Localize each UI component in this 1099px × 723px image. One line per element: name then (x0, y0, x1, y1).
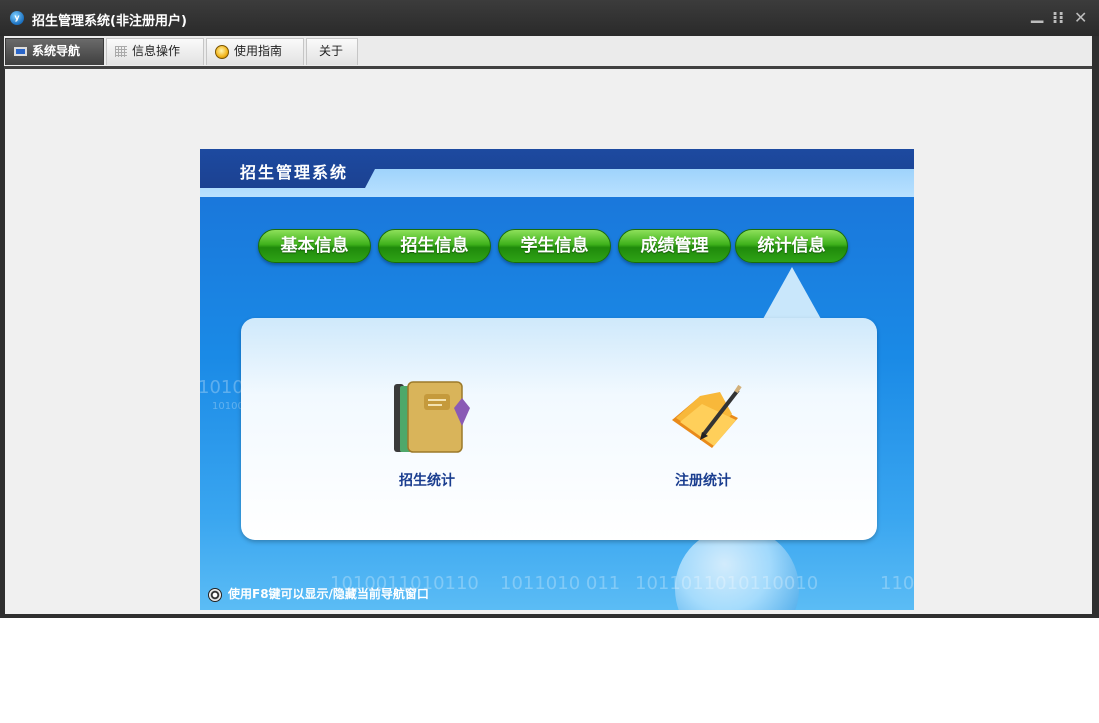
tab-about[interactable]: 关于 (306, 38, 358, 65)
folder-pencil-icon (672, 384, 742, 448)
item-label: 注册统计 (675, 473, 731, 489)
binary-decoration: 1011010 011 (500, 573, 621, 594)
monitor-icon (14, 47, 27, 56)
tab-label: 系统导航 (32, 44, 81, 58)
tab-label: 信息操作 (132, 44, 181, 58)
enrollment-statistics-item[interactable]: 招生统计 (367, 378, 487, 490)
tab-label: 关于 (319, 44, 344, 58)
item-label: 招生统计 (399, 473, 455, 489)
nav-button-student-info[interactable]: 学生信息 (498, 229, 611, 263)
tab-info-operations[interactable]: 信息操作 (106, 38, 204, 65)
binary-decoration: 10100 (212, 401, 244, 412)
panel-title: 招生管理系统 (240, 163, 349, 182)
window-title: 招生管理系统(非注册用户) (32, 14, 187, 29)
nav-button-enrollment-info[interactable]: 招生信息 (378, 229, 491, 263)
restore-button[interactable]: ⁝⁝ (1052, 8, 1064, 27)
statistics-submenu: 招生统计 注册统计 (241, 318, 877, 540)
tab-user-guide[interactable]: 使用指南 (206, 38, 304, 65)
binary-decoration: 1011011010110010 (635, 573, 819, 594)
app-logo-icon: y (10, 11, 24, 25)
footer-hint: 使用F8键可以显示/隐藏当前导航窗口 (208, 585, 429, 602)
nav-button-basic-info[interactable]: 基本信息 (258, 229, 371, 263)
registration-statistics-item[interactable]: 注册统计 (643, 378, 763, 490)
navigation-panel: 招生管理系统 1010 10100 1010011010110 1011010 … (200, 149, 914, 610)
nav-button-statistics-info[interactable]: 统计信息 (735, 229, 848, 263)
tab-system-navigation[interactable]: 系统导航 (5, 38, 104, 65)
notebook-icon (394, 381, 470, 453)
tab-bar: 系统导航 信息操作 使用指南 关于 (4, 36, 1092, 69)
bubble-pointer (763, 267, 821, 319)
title-bar: y 招生管理系统(非注册用户) ▁ ⁝⁝ ✕ (0, 0, 1099, 36)
binary-decoration: 1010 (200, 377, 244, 398)
hint-icon (208, 587, 222, 602)
app-window: y 招生管理系统(非注册用户) ▁ ⁝⁝ ✕ 系统导航 信息操作 使用指南 关于… (0, 0, 1099, 618)
minimize-button[interactable]: ▁ (1031, 4, 1043, 23)
nav-button-grade-management[interactable]: 成绩管理 (618, 229, 731, 263)
footer-hint-text: 使用F8键可以显示/隐藏当前导航窗口 (228, 587, 429, 601)
coin-icon (215, 44, 229, 59)
grid-icon (115, 46, 127, 57)
content-area: 招生管理系统 1010 10100 1010011010110 1011010 … (5, 69, 1092, 614)
binary-decoration: 110 (880, 573, 914, 594)
tab-label: 使用指南 (234, 44, 283, 58)
close-button[interactable]: ✕ (1074, 8, 1087, 27)
